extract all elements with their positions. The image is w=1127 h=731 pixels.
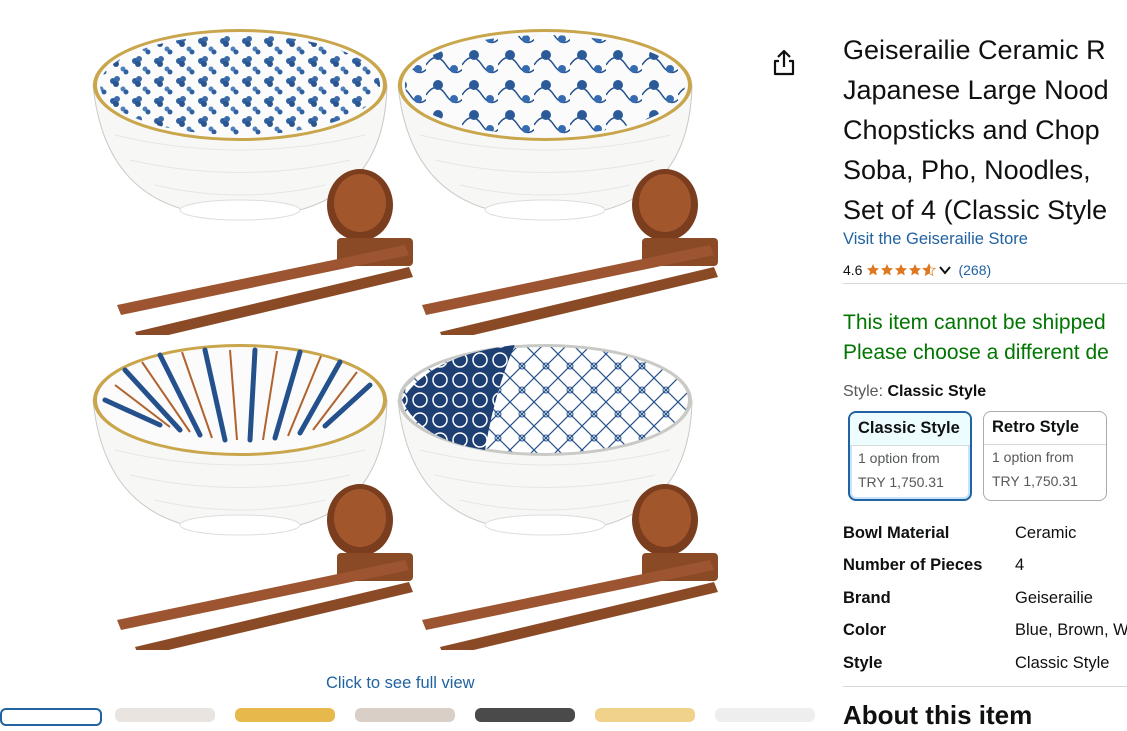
thumbnail-3[interactable] bbox=[235, 708, 335, 722]
spec-value: 4 bbox=[1015, 556, 1025, 574]
star-icon bbox=[909, 264, 922, 276]
thumbnail-2[interactable] bbox=[115, 708, 215, 722]
product-image-bowl-2 bbox=[390, 15, 730, 335]
spec-row: Brand Geiserailie bbox=[843, 589, 1127, 621]
style-option-name: Classic Style bbox=[858, 419, 960, 437]
shipping-warning-line: Please choose a different de bbox=[843, 341, 1109, 364]
spec-key: Brand bbox=[843, 589, 891, 607]
divider bbox=[843, 686, 1127, 687]
rating-row[interactable]: 4.6 (268) bbox=[843, 260, 991, 280]
spec-key: Style bbox=[843, 654, 883, 672]
thumbnail-5[interactable] bbox=[475, 708, 575, 722]
star-icon bbox=[867, 264, 880, 276]
spec-row: Bowl Material Ceramic bbox=[843, 524, 1127, 556]
shipping-warning-line: This item cannot be shipped bbox=[843, 311, 1106, 334]
product-title-line: Geiserailie Ceramic R bbox=[843, 35, 1106, 65]
rating-count-link[interactable]: (268) bbox=[958, 262, 991, 278]
spec-row: Number of Pieces 4 bbox=[843, 556, 1127, 588]
spec-value: Ceramic bbox=[1015, 524, 1077, 542]
style-option-price: TRY 1,750.31 bbox=[992, 473, 1078, 489]
share-icon bbox=[773, 49, 795, 76]
spec-value: Geiserailie bbox=[1015, 589, 1093, 607]
thumbnail-1[interactable] bbox=[0, 708, 102, 726]
chevron-down-icon[interactable] bbox=[938, 263, 952, 277]
click-full-view-link[interactable]: Click to see full view bbox=[326, 674, 475, 693]
shipping-warning: This item cannot be shipped Please choos… bbox=[843, 308, 1109, 368]
style-selected-value: Classic Style bbox=[887, 383, 987, 400]
style-selector-label: Style: Classic Style bbox=[843, 383, 986, 401]
style-option-classic[interactable]: Classic Style 1 option from TRY 1,750.31 bbox=[848, 411, 972, 501]
spec-key: Bowl Material bbox=[843, 524, 950, 542]
store-link[interactable]: Visit the Geiserailie Store bbox=[843, 230, 1028, 249]
spec-row: Color Blue, Brown, W bbox=[843, 621, 1127, 653]
style-option-availability: 1 option from bbox=[858, 450, 940, 466]
divider bbox=[984, 444, 1106, 445]
about-this-item-heading: About this item bbox=[843, 700, 1033, 730]
thumbnail-7[interactable] bbox=[715, 708, 815, 722]
thumbnail-6[interactable] bbox=[595, 708, 695, 722]
spec-key: Color bbox=[843, 621, 887, 639]
divider bbox=[850, 445, 970, 446]
star-half-icon bbox=[922, 263, 937, 277]
share-button[interactable] bbox=[770, 48, 798, 78]
spec-row: Style Classic Style bbox=[843, 654, 1127, 686]
product-image-bowl-4 bbox=[390, 330, 730, 650]
style-option-availability: 1 option from bbox=[992, 449, 1074, 465]
style-label: Style: bbox=[843, 383, 888, 400]
thumbnail-4[interactable] bbox=[355, 708, 455, 722]
product-image-bowl-3 bbox=[85, 330, 425, 650]
style-option-retro[interactable]: Retro Style 1 option from TRY 1,750.31 bbox=[983, 411, 1107, 501]
product-title-line: Chopsticks and Chop bbox=[843, 115, 1100, 145]
product-title-line: Set of 4 (Classic Style bbox=[843, 195, 1108, 225]
style-option-price: TRY 1,750.31 bbox=[858, 474, 944, 490]
star-icon bbox=[881, 264, 894, 276]
spec-value: Blue, Brown, W bbox=[1015, 621, 1127, 639]
spec-key: Number of Pieces bbox=[843, 556, 983, 574]
divider bbox=[843, 283, 1127, 284]
rating-value: 4.6 bbox=[843, 262, 863, 278]
product-title: Geiserailie Ceramic R Japanese Large Noo… bbox=[843, 30, 1127, 230]
star-icon bbox=[895, 264, 908, 276]
star-rating[interactable] bbox=[866, 263, 937, 277]
product-title-line: Japanese Large Nood bbox=[843, 75, 1109, 105]
style-option-name: Retro Style bbox=[992, 418, 1080, 436]
product-image-area[interactable]: Click to see full view bbox=[0, 0, 810, 715]
spec-value: Classic Style bbox=[1015, 654, 1110, 672]
product-title-line: Soba, Pho, Noodles, bbox=[843, 155, 1091, 185]
product-image-bowl-1 bbox=[85, 15, 425, 335]
